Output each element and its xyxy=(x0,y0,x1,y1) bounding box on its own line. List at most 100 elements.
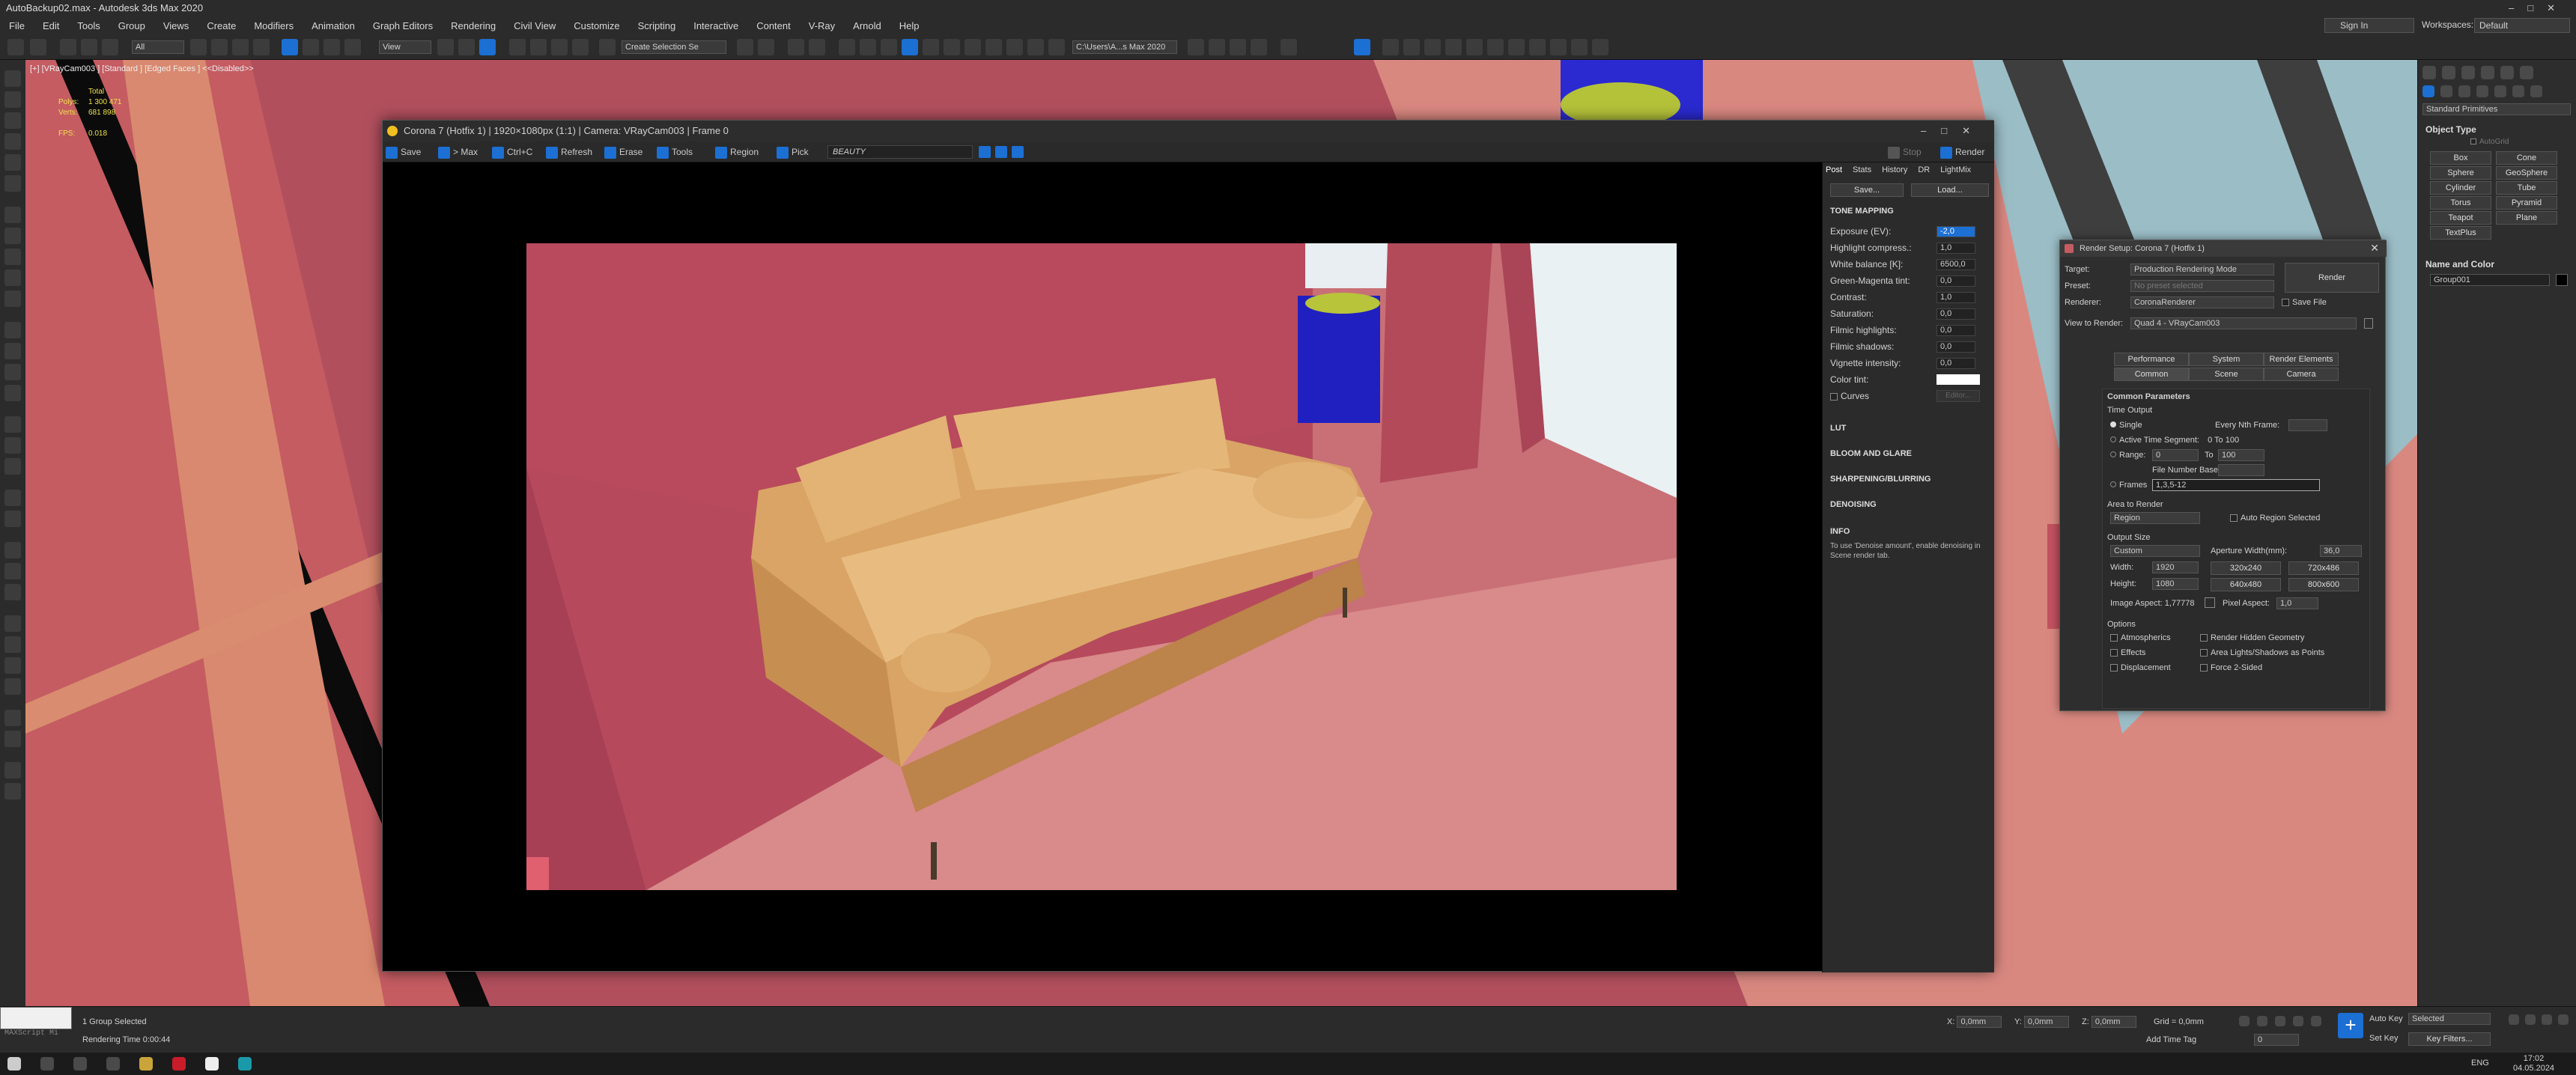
3dsmax-taskbar-icon[interactable] xyxy=(238,1057,252,1071)
textplus-button[interactable]: TextPlus xyxy=(2430,226,2491,240)
keyboard-shortcut-override-icon[interactable] xyxy=(479,39,496,55)
vray-instancer-icon[interactable] xyxy=(4,710,21,726)
sphere-button[interactable]: Sphere xyxy=(2430,166,2491,180)
spacewarp-icon[interactable] xyxy=(4,269,21,286)
curve-editor-icon[interactable] xyxy=(839,39,855,55)
unlink-icon[interactable] xyxy=(81,39,97,55)
vfb-stop-button[interactable]: Stop xyxy=(1888,145,1922,159)
pyramid-button[interactable]: Pyramid xyxy=(2496,196,2557,210)
systems-icon[interactable] xyxy=(4,290,21,307)
menu-interactive[interactable]: Interactive xyxy=(684,20,747,31)
gm-tint-input[interactable]: 0,0 xyxy=(1936,275,1975,287)
zoom-out-icon[interactable] xyxy=(995,146,1007,158)
helpers-category-icon[interactable] xyxy=(2494,85,2506,97)
white-balance-input[interactable]: 6500,0 xyxy=(1936,259,1975,270)
align-icon[interactable] xyxy=(758,39,774,55)
tab-common[interactable]: Common xyxy=(2114,368,2189,381)
cone-button[interactable]: Cone xyxy=(2496,151,2557,165)
zoom-all-icon[interactable] xyxy=(2525,1014,2536,1025)
saturation-input[interactable]: 0,0 xyxy=(1936,308,1975,320)
file-explorer-icon[interactable] xyxy=(139,1057,153,1071)
shape-icon[interactable] xyxy=(4,322,21,338)
corona-icon[interactable] xyxy=(1354,39,1370,55)
preset-dropdown[interactable]: No preset selected xyxy=(2130,280,2274,292)
render-to-texture-icon[interactable] xyxy=(1048,39,1065,55)
sign-in-dropdown[interactable]: Sign In xyxy=(2324,18,2414,33)
object-color-swatch[interactable] xyxy=(2556,274,2568,286)
vfb-pick-button[interactable]: Pick xyxy=(777,145,809,159)
lock-icon[interactable] xyxy=(2364,318,2373,329)
yandex-browser-icon[interactable] xyxy=(205,1057,219,1071)
y-coordinate[interactable]: Y: 0,0mm xyxy=(2014,1016,2069,1028)
render-setup-close-icon[interactable]: ✕ xyxy=(2370,242,2379,255)
color-tint-swatch[interactable] xyxy=(1936,374,1980,385)
auto-region-checkbox[interactable] xyxy=(2230,514,2238,523)
target-dropdown[interactable]: Production Rendering Mode xyxy=(2130,264,2274,275)
displacement-checkbox[interactable] xyxy=(2110,664,2118,672)
curves-editor-button[interactable]: Editor... xyxy=(1936,390,1980,402)
zoom-fit-icon[interactable] xyxy=(1012,146,1024,158)
goto-end-icon[interactable] xyxy=(2311,1016,2321,1026)
motion-tab-icon[interactable] xyxy=(2481,66,2494,79)
percent-snap-icon[interactable] xyxy=(551,39,568,55)
menu-create[interactable]: Create xyxy=(198,20,245,31)
tab-lightmix[interactable]: LightMix xyxy=(1940,165,1971,174)
undo-icon[interactable] xyxy=(7,39,24,55)
denoising-header[interactable]: DENOISING xyxy=(1830,498,1977,511)
vray-vfb-icon[interactable] xyxy=(1251,39,1267,55)
task-view-icon[interactable] xyxy=(73,1057,87,1071)
language-indicator[interactable]: ENG xyxy=(2471,1059,2489,1068)
corona-converter-icon[interactable] xyxy=(1529,39,1546,55)
vray-proxy-icon[interactable] xyxy=(4,615,21,632)
corona-toolbox-icon[interactable] xyxy=(1571,39,1588,55)
menu-animation[interactable]: Animation xyxy=(303,20,364,31)
force-2sided-checkbox[interactable] xyxy=(2200,664,2208,672)
select-by-name-icon[interactable] xyxy=(211,39,228,55)
select-manipulate-icon[interactable] xyxy=(458,39,475,55)
vfb-tools-button[interactable]: Tools xyxy=(657,145,693,159)
atmospherics-checkbox[interactable] xyxy=(2110,634,2118,642)
maxscript-listener[interactable] xyxy=(0,1007,72,1029)
schematic-view-icon[interactable] xyxy=(860,39,876,55)
sharpening-header[interactable]: SHARPENING/BLURRING xyxy=(1830,472,1977,486)
save-file-checkbox[interactable] xyxy=(2282,299,2289,307)
frames-input[interactable]: 1,3,5-12 xyxy=(2152,479,2320,491)
corona-material-library-icon[interactable] xyxy=(1550,39,1567,55)
object-name-input[interactable]: Group001 xyxy=(2430,274,2550,286)
edit-named-sets-icon[interactable] xyxy=(599,39,616,55)
name-color-header[interactable]: Name and Color xyxy=(2425,258,2572,271)
z-coordinate[interactable]: Z: 0,0mm xyxy=(2082,1016,2136,1028)
redo-icon[interactable] xyxy=(30,39,46,55)
primitives-dropdown[interactable]: Standard Primitives xyxy=(2422,103,2571,115)
tab-render-elements[interactable]: Render Elements xyxy=(2264,353,2339,366)
helper-icon[interactable] xyxy=(4,249,21,265)
contrast-input[interactable]: 1,0 xyxy=(1936,292,1975,303)
output-size-dropdown[interactable]: Custom xyxy=(2110,545,2200,557)
render-production-icon[interactable] xyxy=(944,39,960,55)
range-to-input[interactable]: 100 xyxy=(2218,449,2264,461)
render-button[interactable]: Render xyxy=(2285,263,2379,293)
tab-history[interactable]: History xyxy=(1882,165,1907,174)
display-tab-icon[interactable] xyxy=(2500,66,2514,79)
save-file-option[interactable]: Save File xyxy=(2282,296,2327,309)
mirror-icon[interactable] xyxy=(737,39,753,55)
bind-spacewarp-icon[interactable] xyxy=(102,39,118,55)
help-icon[interactable] xyxy=(4,783,21,800)
current-frame-input[interactable]: 0 xyxy=(2254,1034,2299,1046)
vfb-save-button[interactable]: Save xyxy=(386,145,421,159)
goto-start-icon[interactable] xyxy=(2239,1016,2250,1026)
scene-explorer-icon[interactable] xyxy=(788,39,804,55)
zoom-in-icon[interactable] xyxy=(979,146,991,158)
vfb-channel-dropdown[interactable]: BEAUTY xyxy=(827,145,973,159)
menu-customize[interactable]: Customize xyxy=(565,20,628,31)
tab-scene[interactable]: Scene xyxy=(2189,368,2264,381)
workspace-dropdown[interactable]: Default xyxy=(2474,18,2570,33)
corona-lister-icon[interactable] xyxy=(1592,39,1609,55)
windows-start-icon[interactable] xyxy=(7,1057,21,1071)
angle-snap-icon[interactable] xyxy=(530,39,547,55)
nurbs-icon[interactable] xyxy=(4,490,21,506)
every-nth-input[interactable] xyxy=(2288,419,2327,431)
utilities-icon[interactable] xyxy=(4,175,21,192)
material-editor-icon[interactable] xyxy=(881,39,897,55)
common-params-header[interactable]: Common Parameters xyxy=(2107,392,2190,401)
